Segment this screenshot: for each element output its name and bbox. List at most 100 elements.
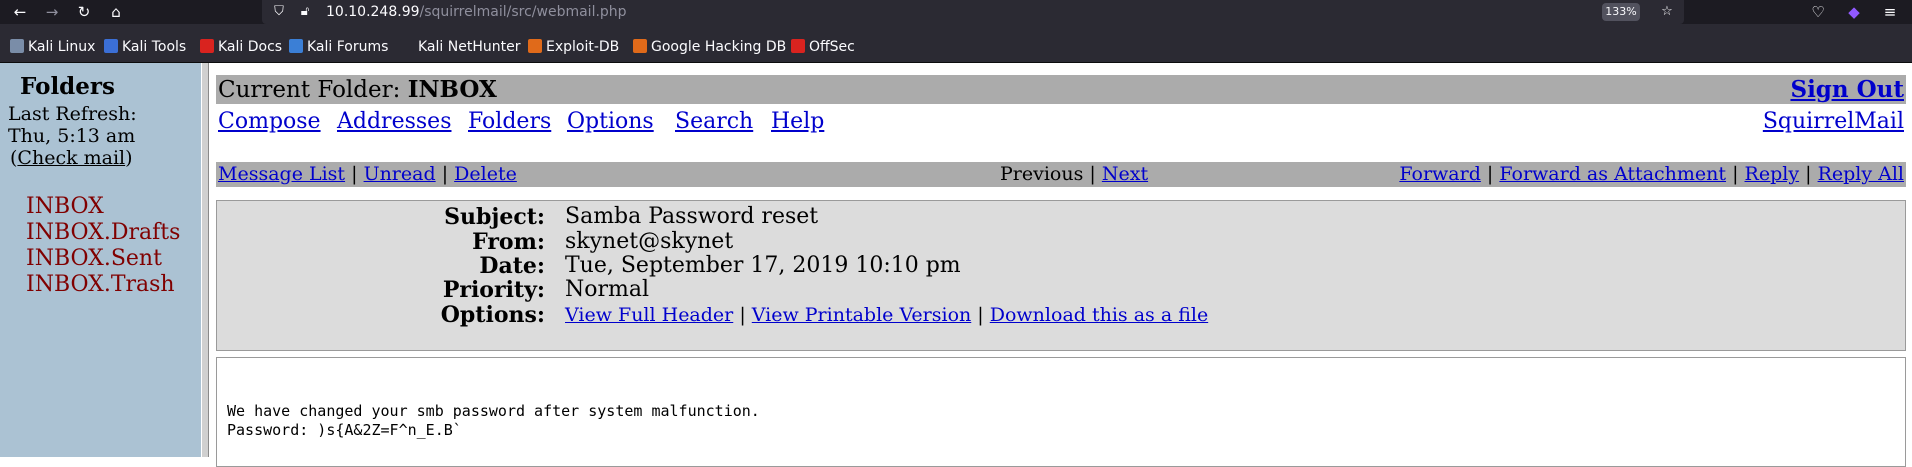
- menu-compose[interactable]: Compose: [218, 109, 321, 134]
- folders-heading: Folders: [20, 73, 115, 100]
- current-folder: Current Folder: INBOX: [218, 76, 497, 103]
- menu-icon[interactable]: ≡: [1880, 2, 1900, 22]
- body-line: Password: )s{A&2Z=F^n_E.B`: [227, 421, 462, 439]
- reply-all-link[interactable]: Reply All: [1818, 163, 1904, 185]
- frame-resize-handle[interactable]: [201, 63, 209, 457]
- browser-toolbar: ← → ↻ ⌂ ⛉ 🔓︎ 10.10.248.99/squirrelmail/s…: [0, 0, 1912, 24]
- extension-icon[interactable]: ◆: [1844, 2, 1864, 22]
- separator: |: [1486, 163, 1494, 185]
- priority-value: Normal: [565, 277, 650, 302]
- download-as-file-link[interactable]: Download this as a file: [990, 304, 1208, 326]
- separator: |: [977, 304, 984, 326]
- url-text[interactable]: 10.10.248.99/squirrelmail/src/webmail.ph…: [326, 3, 627, 21]
- nav-left-group: Message List | Unread | Delete: [218, 163, 517, 185]
- shield-icon[interactable]: ⛉: [270, 3, 288, 21]
- kali-forums-icon: [289, 39, 303, 53]
- url-path: /squirrelmail/src/webmail.php: [419, 4, 627, 20]
- folder-sent[interactable]: INBOX.Sent: [26, 246, 162, 271]
- bookmark-google-hacking-db[interactable]: Google Hacking DB: [633, 36, 787, 55]
- menu-folders[interactable]: Folders: [468, 109, 551, 134]
- view-full-header-link[interactable]: View Full Header: [565, 304, 733, 326]
- menu-help[interactable]: Help: [771, 109, 824, 134]
- kali-tools-icon: [104, 39, 118, 53]
- date-label: Date:: [479, 253, 545, 279]
- bookmarks-toolbar: Kali Linux Kali Tools Kali Docs Kali For…: [0, 24, 1912, 63]
- bookmark-label: Kali Linux: [28, 39, 96, 55]
- check-mail-link[interactable]: Check mail: [17, 147, 125, 169]
- forward-icon[interactable]: →: [42, 2, 62, 22]
- folder-inbox[interactable]: INBOX: [26, 194, 104, 219]
- address-bar[interactable]: ⛉ 🔓︎ 10.10.248.99/squirrelmail/src/webma…: [262, 0, 1684, 24]
- ghdb-icon: [633, 39, 647, 53]
- bookmark-label: Kali Tools: [122, 39, 187, 55]
- reload-icon[interactable]: ↻: [74, 2, 94, 22]
- last-refresh-time: Thu, 5:13 am: [8, 125, 136, 147]
- subject-label: Subject:: [444, 204, 545, 230]
- options-links: View Full Header | View Printable Versio…: [565, 304, 1208, 326]
- bookmark-offsec[interactable]: OffSec: [791, 36, 855, 55]
- exploit-db-icon: [528, 39, 542, 53]
- view-printable-version-link[interactable]: View Printable Version: [752, 304, 971, 326]
- unread-link[interactable]: Unread: [364, 163, 436, 185]
- separator: |: [1732, 163, 1739, 185]
- nav-center-group: Previous | Next: [1000, 163, 1148, 185]
- bookmark-label: Exploit-DB: [546, 39, 620, 55]
- current-folder-name: INBOX: [407, 76, 497, 103]
- next-link[interactable]: Next: [1102, 163, 1148, 185]
- folder-trash[interactable]: INBOX.Trash: [26, 272, 175, 297]
- menu-addresses[interactable]: Addresses: [337, 109, 451, 134]
- menu-options[interactable]: Options: [567, 109, 654, 134]
- nav-right-group: Forward | Forward as Attachment | Reply …: [1399, 163, 1904, 185]
- forward-link[interactable]: Forward: [1399, 163, 1481, 185]
- folder-drafts[interactable]: INBOX.Drafts: [26, 220, 180, 245]
- bookmark-label: Kali Forums: [307, 39, 389, 55]
- back-icon[interactable]: ←: [10, 2, 30, 22]
- kali-dragon-icon: [10, 39, 24, 53]
- separator: |: [739, 304, 746, 326]
- date-value: Tue, September 17, 2019 10:10 pm: [565, 253, 961, 278]
- subject-value: Samba Password reset: [565, 204, 819, 229]
- current-folder-label: Current Folder:: [218, 77, 401, 103]
- previous-label: Previous: [1000, 163, 1084, 185]
- delete-link[interactable]: Delete: [454, 163, 517, 185]
- message-headers: Subject: Samba Password reset From: skyn…: [216, 200, 1906, 351]
- message-view: Current Folder: INBOX Sign Out Compose A…: [209, 63, 1912, 467]
- separator: |: [1805, 163, 1812, 185]
- bookmark-kali-docs[interactable]: Kali Docs: [200, 36, 282, 55]
- paren-close: ): [125, 147, 133, 169]
- kali-docs-icon: [200, 39, 214, 53]
- body-line: We have changed your smb password after …: [227, 402, 760, 420]
- options-label: Options:: [440, 302, 545, 328]
- url-host: 10.10.248.99: [326, 4, 420, 20]
- forward-as-attachment-link[interactable]: Forward as Attachment: [1499, 163, 1726, 185]
- from-value: skynet@skynet: [565, 229, 734, 254]
- from-label: From:: [472, 229, 545, 255]
- nethunter-icon: [400, 39, 414, 53]
- home-icon[interactable]: ⌂: [106, 2, 126, 22]
- bookmark-kali-tools[interactable]: Kali Tools: [104, 36, 187, 55]
- pocket-icon[interactable]: ♡: [1808, 2, 1828, 22]
- bookmark-label: Google Hacking DB: [651, 39, 787, 55]
- bookmark-kali-linux[interactable]: Kali Linux: [10, 36, 96, 55]
- insecure-lock-icon[interactable]: 🔓︎: [296, 3, 314, 21]
- squirrelmail-link[interactable]: SquirrelMail: [1763, 109, 1904, 134]
- bookmark-exploit-db[interactable]: Exploit-DB: [528, 36, 620, 55]
- bookmark-kali-nethunter[interactable]: Kali NetHunter: [400, 36, 521, 55]
- offsec-icon: [791, 39, 805, 53]
- separator: |: [351, 163, 358, 185]
- separator: |: [1089, 163, 1096, 185]
- menu-search[interactable]: Search: [675, 109, 753, 134]
- check-mail-row: (Check mail): [10, 147, 133, 169]
- reply-link[interactable]: Reply: [1745, 163, 1800, 185]
- sign-out-link[interactable]: Sign Out: [1790, 76, 1904, 103]
- bookmark-star-icon[interactable]: ☆: [1658, 3, 1676, 21]
- zoom-level-badge[interactable]: 133%: [1602, 3, 1640, 21]
- bookmark-label: Kali NetHunter: [418, 39, 521, 55]
- separator: |: [441, 163, 449, 185]
- bookmark-label: OffSec: [809, 39, 855, 55]
- folder-pane: Folders Last Refresh: Thu, 5:13 am (Chec…: [0, 63, 201, 457]
- message-body: We have changed your smb password after …: [216, 357, 1906, 467]
- message-list-link[interactable]: Message List: [218, 163, 345, 185]
- bookmark-kali-forums[interactable]: Kali Forums: [289, 36, 389, 55]
- message-nav-bar: Message List | Unread | Delete Previous …: [216, 162, 1906, 187]
